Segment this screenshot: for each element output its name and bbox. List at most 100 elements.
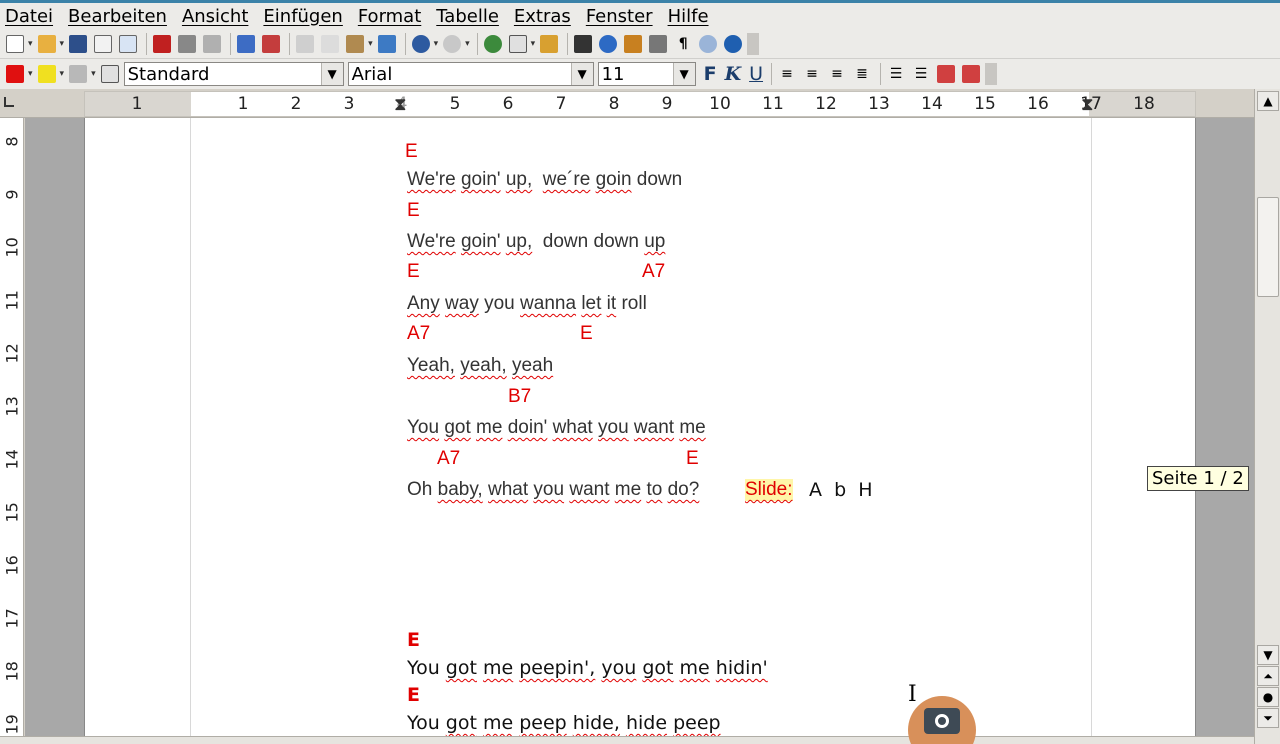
background-color-icon[interactable]: [67, 63, 89, 85]
print-icon[interactable]: [176, 33, 198, 55]
chord[interactable]: B7: [508, 386, 531, 408]
horizontal-scrollbar[interactable]: [0, 736, 1254, 744]
table-dropdown-icon[interactable]: ▾: [531, 39, 536, 49]
bold-button[interactable]: F: [704, 63, 717, 85]
numbered-list-icon[interactable]: ☰: [885, 63, 907, 85]
lyric-line[interactable]: We're goin' up, down down up: [407, 231, 665, 253]
edit-file-icon[interactable]: [117, 33, 139, 55]
gallery-icon[interactable]: [622, 33, 644, 55]
export-pdf-icon[interactable]: [151, 33, 173, 55]
underline-button[interactable]: U: [749, 63, 763, 85]
font-size-select[interactable]: 11 ▼: [597, 62, 696, 86]
vertical-ruler[interactable]: 8 9 10 11 12 13 14 15 16 17 18 19: [0, 118, 24, 744]
email-icon[interactable]: [92, 33, 114, 55]
previous-page-icon[interactable]: ⏶: [1257, 666, 1279, 686]
chord[interactable]: E: [686, 448, 699, 470]
chevron-down-icon[interactable]: ▼: [570, 63, 593, 85]
next-page-icon[interactable]: ⏷: [1257, 708, 1279, 728]
toolbar-overflow-icon[interactable]: [747, 32, 760, 55]
menu-einfuegen[interactable]: Einfügen: [258, 6, 352, 27]
redo-icon[interactable]: [441, 33, 463, 55]
lyric-line[interactable]: Yeah, yeah, yeah: [407, 355, 553, 377]
formatting-marks-icon[interactable]: ¶: [672, 33, 694, 55]
chord[interactable]: A7: [437, 448, 460, 470]
menu-ansicht[interactable]: Ansicht: [177, 6, 258, 27]
vertical-scrollbar[interactable]: ▲ ▼ ⏶ ● ⏷: [1254, 89, 1280, 744]
menu-tabelle[interactable]: Tabelle: [431, 6, 509, 27]
paragraph-style-select[interactable]: Standard ▼: [123, 62, 344, 86]
navigator-icon[interactable]: [597, 33, 619, 55]
chord[interactable]: A7: [642, 261, 665, 283]
undo-dropdown-icon[interactable]: ▾: [434, 39, 439, 49]
slide-notes[interactable]: A b H: [809, 479, 873, 501]
chord[interactable]: A7: [407, 323, 430, 345]
paste-dropdown-icon[interactable]: ▾: [368, 39, 373, 49]
chord[interactable]: E: [407, 200, 420, 222]
indent-marker-icon[interactable]: ⧗: [394, 94, 407, 115]
horizontal-ruler[interactable]: 1 1 2 3 4 5 6 7 8 9 10 11 12 13 14 15 16…: [0, 89, 1254, 118]
table-icon[interactable]: [507, 33, 529, 55]
decrease-indent-icon[interactable]: [935, 63, 957, 85]
save-icon[interactable]: [67, 33, 89, 55]
font-color-icon[interactable]: [4, 63, 26, 85]
open-folder-icon[interactable]: [36, 33, 58, 55]
open-dropdown-icon[interactable]: ▾: [60, 39, 65, 49]
background-dropdown-icon[interactable]: ▾: [91, 69, 96, 79]
scroll-down-icon[interactable]: ▼: [1257, 645, 1279, 665]
draw-functions-icon[interactable]: [538, 33, 560, 55]
bullet-list-icon[interactable]: ☰: [910, 63, 932, 85]
menu-extras[interactable]: Extras: [509, 6, 581, 27]
paste-icon[interactable]: [344, 33, 366, 55]
print-preview-icon[interactable]: [201, 33, 223, 55]
font-color-dropdown-icon[interactable]: ▾: [28, 69, 33, 79]
scroll-up-icon[interactable]: ▲: [1257, 91, 1279, 111]
highlight-icon[interactable]: [36, 63, 58, 85]
lyric-line[interactable]: You got me peep hide, hide peep: [407, 712, 721, 734]
zoom-icon[interactable]: [697, 33, 719, 55]
menu-bearbeiten[interactable]: Bearbeiten: [63, 6, 177, 27]
menu-format[interactable]: Format: [353, 6, 431, 27]
highlight-dropdown-icon[interactable]: ▾: [60, 69, 65, 79]
hyperlink-icon[interactable]: [482, 33, 504, 55]
chord[interactable]: E: [407, 629, 420, 651]
navigation-icon[interactable]: ●: [1257, 687, 1279, 707]
cut-icon[interactable]: [294, 33, 316, 55]
font-name-select[interactable]: Arial ▼: [347, 62, 594, 86]
tab-type-icon[interactable]: [4, 97, 14, 107]
autospellcheck-icon[interactable]: [260, 33, 282, 55]
lyric-line[interactable]: You got me peepin', you got me hidin': [407, 657, 768, 679]
lyric-line[interactable]: Any way you wanna let it roll: [407, 293, 647, 315]
right-indent-marker-icon[interactable]: ⧗: [1081, 94, 1094, 115]
align-center-icon[interactable]: ≡: [801, 63, 823, 85]
menu-fenster[interactable]: Fenster: [581, 6, 663, 27]
chord[interactable]: E: [580, 323, 593, 345]
chord[interactable]: E: [407, 261, 420, 283]
new-document-icon[interactable]: [4, 33, 26, 55]
chevron-down-icon[interactable]: ▼: [672, 63, 695, 85]
document-page[interactable]: E We're goin' up, we´re goin down E We'r…: [84, 118, 1196, 744]
data-sources-icon[interactable]: [647, 33, 669, 55]
lyric-line[interactable]: Oh baby, what you want me to do?: [407, 479, 699, 501]
copy-icon[interactable]: [319, 33, 341, 55]
toolbar-overflow-icon[interactable]: [985, 63, 998, 85]
lyric-line[interactable]: You got me doin' what you want me: [407, 417, 706, 439]
justify-icon[interactable]: ≣: [851, 63, 873, 85]
chevron-down-icon[interactable]: ▼: [320, 63, 343, 85]
chord[interactable]: E: [405, 141, 418, 163]
menu-hilfe[interactable]: Hilfe: [663, 6, 719, 27]
find-replace-icon[interactable]: [572, 33, 594, 55]
help-icon[interactable]: [722, 33, 744, 55]
new-dropdown-icon[interactable]: ▾: [28, 39, 33, 49]
clone-formatting-icon[interactable]: [376, 33, 398, 55]
redo-dropdown-icon[interactable]: ▾: [465, 39, 470, 49]
align-right-icon[interactable]: ≡: [826, 63, 848, 85]
styles-formatting-icon[interactable]: [99, 63, 121, 85]
italic-button[interactable]: K: [725, 63, 742, 85]
slide-label[interactable]: Slide:: [745, 479, 793, 501]
scrollbar-thumb[interactable]: [1257, 197, 1279, 297]
align-left-icon[interactable]: ≡: [776, 63, 798, 85]
spellcheck-icon[interactable]: [235, 33, 257, 55]
chord[interactable]: E: [407, 684, 420, 706]
lyric-line[interactable]: We're goin' up, we´re goin down: [407, 169, 682, 191]
increase-indent-icon[interactable]: [960, 63, 982, 85]
